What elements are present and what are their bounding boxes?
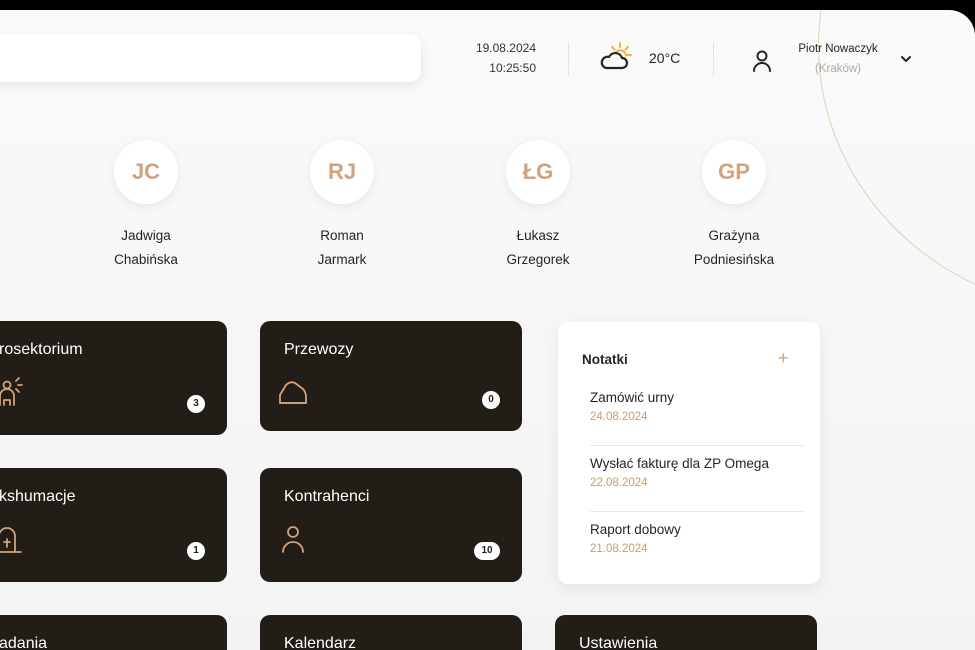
- contact-name: Jadwiga Chabińska: [76, 224, 216, 272]
- tile-prosektorium[interactable]: rosektorium 3: [0, 321, 227, 435]
- header-divider: [713, 42, 714, 76]
- current-date: 19.08.2024: [475, 41, 536, 55]
- transport-icon: [279, 381, 307, 404]
- person-icon: [282, 526, 304, 553]
- contact-first-name: Roman: [320, 228, 364, 243]
- search-input[interactable]: [0, 34, 421, 82]
- contact-grazyna-podniesinska[interactable]: GP Grażyna Podniesińska: [664, 140, 804, 272]
- note-item[interactable]: Zamówić urny 24.08.2024: [590, 390, 804, 423]
- tile-title: Kalendarz: [284, 635, 357, 650]
- note-title: Zamówić urny: [590, 390, 675, 405]
- user-menu[interactable]: Piotr Nowaczyk (Kraków): [786, 39, 890, 79]
- contact-jadwiga-chabinska[interactable]: JC Jadwiga Chabińska: [76, 140, 216, 272]
- tile-przewozy[interactable]: Przewozy 0: [260, 321, 522, 431]
- tombstone-icon: [0, 527, 22, 553]
- count-badge: 3: [187, 395, 205, 413]
- tile-zadania[interactable]: adania: [0, 615, 227, 650]
- tile-kalendarz[interactable]: Kalendarz: [260, 615, 522, 650]
- note-date: 24.08.2024: [590, 411, 648, 423]
- note-date: 21.08.2024: [590, 543, 648, 555]
- avatar: GP: [702, 140, 766, 204]
- count-badge: 10: [474, 542, 500, 560]
- contact-lukasz-grzegorek[interactable]: ŁG Łukasz Grzegorek: [468, 140, 608, 272]
- tile-title: rosektorium: [0, 341, 83, 358]
- tile-title: Przewozy: [284, 341, 354, 358]
- contact-name: Roman Jarmark: [272, 224, 412, 272]
- note-divider: [590, 445, 804, 446]
- note-title: Wysłać fakturę dla ZP Omega: [590, 456, 769, 471]
- app-screen: 19.08.2024 10:25:50 20°C Piotr Nowaczyk …: [0, 10, 975, 650]
- partly-sunny-icon: [600, 42, 632, 70]
- tile-title: Ustawienia: [579, 635, 658, 650]
- tile-title: adania: [0, 635, 48, 650]
- tile-ustawienia[interactable]: Ustawienia: [555, 615, 817, 650]
- tile-ekshumacje[interactable]: kshumacje 1: [0, 468, 227, 582]
- temperature: 20°C: [649, 50, 681, 66]
- note-date: 22.08.2024: [590, 477, 648, 489]
- chevron-down-icon[interactable]: [898, 52, 914, 66]
- contact-name: Łukasz Grzegorek: [468, 224, 608, 272]
- avatar: RJ: [310, 140, 374, 204]
- add-note-button[interactable]: +: [778, 348, 789, 368]
- date-time: 19.08.2024 10:25:50: [440, 38, 536, 78]
- contact-last-name: Grzegorek: [506, 252, 570, 267]
- contact-first-name: Łukasz: [516, 228, 560, 243]
- contact-first-name: Jadwiga: [121, 228, 171, 243]
- avatar: ŁG: [506, 140, 570, 204]
- user-icon: [753, 50, 771, 72]
- note-item[interactable]: Wysłać fakturę dla ZP Omega 22.08.2024: [590, 456, 804, 489]
- contact-last-name: Jarmark: [317, 252, 367, 267]
- note-item[interactable]: Raport dobowy 21.08.2024: [590, 522, 804, 555]
- notes-panel: Notatki + Zamówić urny 24.08.2024 Wysłać…: [558, 322, 820, 584]
- contact-last-name: Podniesińska: [693, 252, 775, 267]
- contact-last-name: Chabińska: [114, 252, 178, 267]
- contact-first-name: Grażyna: [708, 228, 760, 243]
- note-divider: [590, 511, 804, 512]
- count-badge: 0: [482, 391, 500, 409]
- avatar: JC: [114, 140, 178, 204]
- user-city: (Kraków): [814, 63, 861, 75]
- header-divider: [568, 42, 569, 76]
- contact-roman-jarmark[interactable]: RJ Roman Jarmark: [272, 140, 412, 272]
- note-title: Raport dobowy: [590, 522, 681, 537]
- notes-title: Notatki: [582, 352, 628, 367]
- contact-name: Grażyna Podniesińska: [664, 224, 804, 272]
- tile-kontrahenci[interactable]: Kontrahenci 10: [260, 468, 522, 582]
- autopsy-icon: [0, 377, 23, 406]
- count-badge: 1: [187, 542, 205, 560]
- user-name: Piotr Nowaczyk: [798, 43, 878, 55]
- tile-title: Kontrahenci: [284, 488, 370, 505]
- current-time: 10:25:50: [489, 61, 536, 75]
- tile-title: kshumacje: [0, 488, 76, 505]
